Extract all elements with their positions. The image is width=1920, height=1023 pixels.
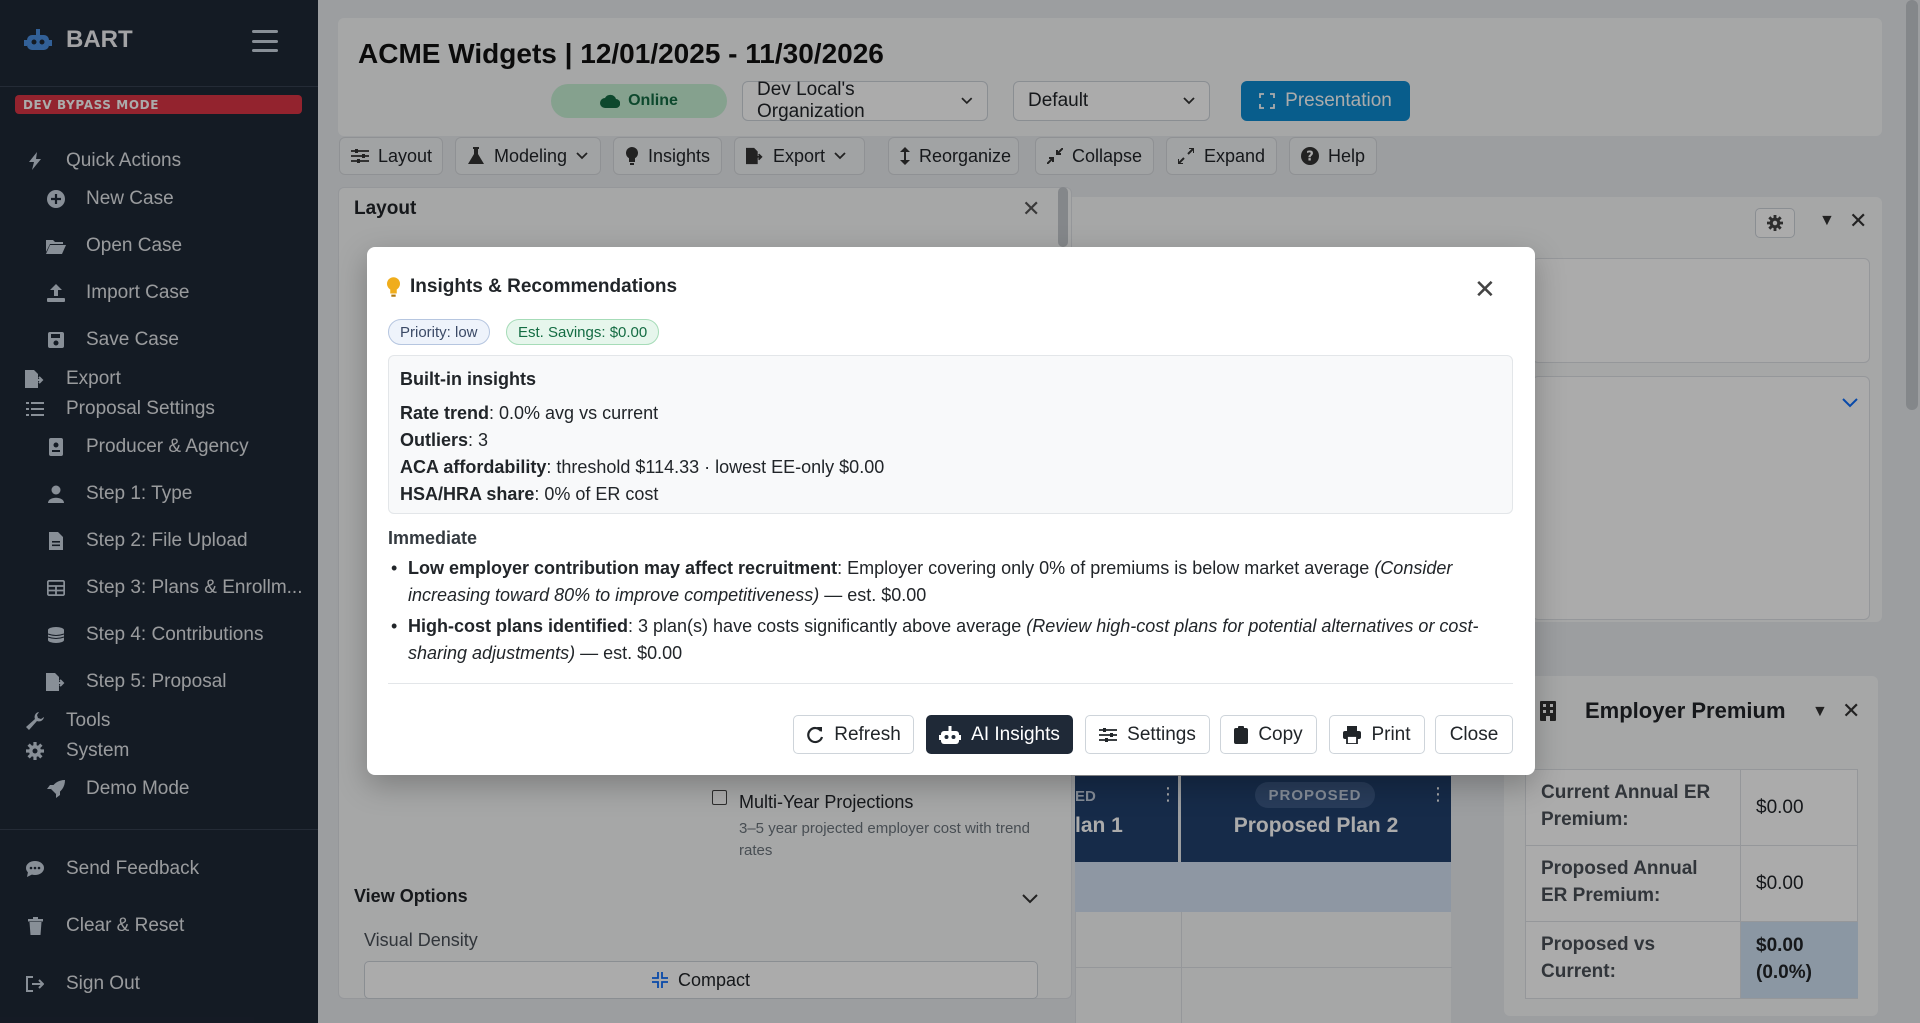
print-button[interactable]: Print: [1329, 715, 1425, 754]
copy-button[interactable]: Copy: [1220, 715, 1317, 754]
recommendation-item: High-cost plans identified: 3 plan(s) ha…: [391, 613, 1511, 667]
builtin-insights-box: Built-in insights Rate trend: 0.0% avg v…: [388, 355, 1513, 514]
close-label: Close: [1449, 723, 1499, 745]
ai-insights-button[interactable]: AI Insights: [926, 715, 1073, 754]
immediate-heading: Immediate: [388, 528, 478, 548]
recommendation-item: Low employer contribution may affect rec…: [391, 555, 1511, 609]
robot-icon: [939, 725, 962, 744]
insight-line: Rate trend: 0.0% avg vs current: [400, 403, 659, 423]
modal-title-text: Insights & Recommendations: [410, 276, 678, 297]
lightbulb-icon: [387, 277, 400, 297]
modal-close-icon[interactable]: ✕: [1474, 274, 1496, 305]
modal-divider: [388, 683, 1513, 684]
sliders-icon: [1099, 727, 1118, 742]
refresh-icon: [807, 726, 824, 743]
refresh-button[interactable]: Refresh: [793, 715, 914, 754]
modal-title: Insights & Recommendations: [387, 276, 677, 298]
refresh-label: Refresh: [834, 723, 901, 745]
print-label: Print: [1371, 723, 1411, 745]
settings-label: Settings: [1127, 723, 1196, 745]
savings-badge: Est. Savings: $0.00: [506, 319, 660, 345]
insight-line: ACA affordability: threshold $114.33 · l…: [400, 457, 885, 477]
priority-badge: Priority: low: [388, 319, 490, 345]
clipboard-icon: [1234, 725, 1249, 744]
close-button[interactable]: Close: [1435, 715, 1513, 754]
copy-label: Copy: [1258, 723, 1303, 745]
insight-line: Outliers: 3: [400, 430, 489, 450]
recommendation-list: Low employer contribution may affect rec…: [391, 555, 1511, 671]
builtin-insights-heading: Built-in insights: [400, 369, 536, 389]
printer-icon: [1343, 725, 1362, 744]
settings-button[interactable]: Settings: [1085, 715, 1210, 754]
ai-insights-label: AI Insights: [971, 723, 1060, 745]
insight-line: HSA/HRA share: 0% of ER cost: [400, 484, 659, 504]
